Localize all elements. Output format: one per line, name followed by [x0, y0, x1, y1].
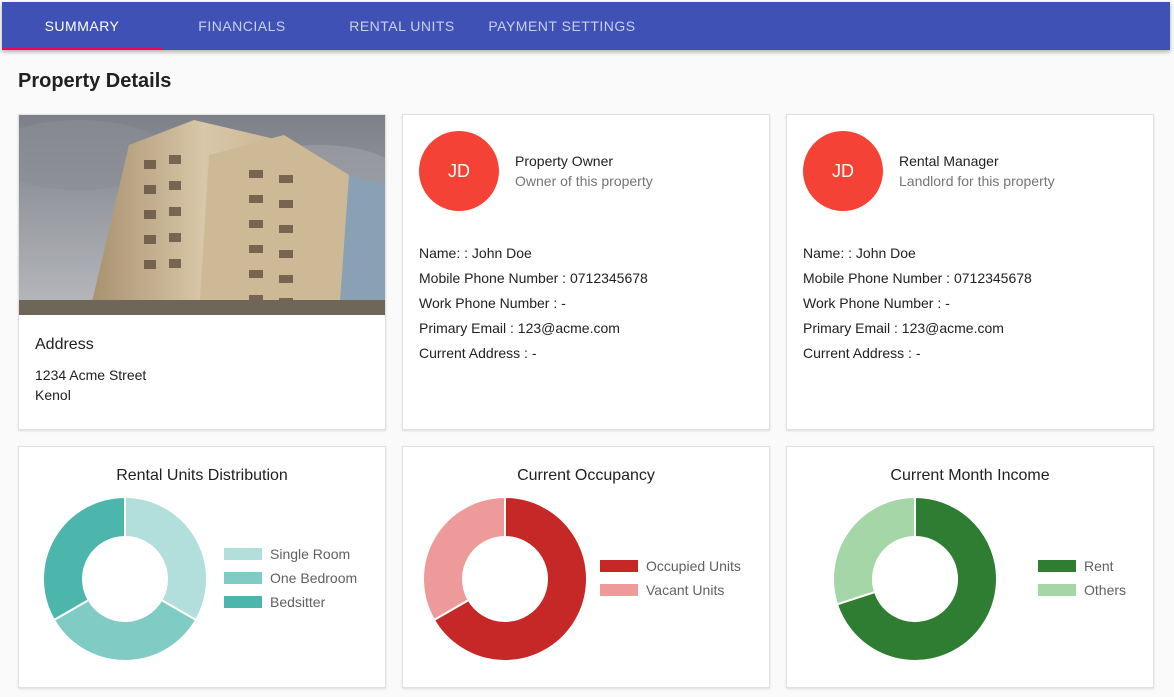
donut-slice	[52, 598, 198, 662]
owner-card: JD Property Owner Owner of this property…	[402, 114, 770, 430]
owner-role-subtitle: Owner of this property	[515, 173, 653, 189]
property-photo	[19, 115, 385, 315]
address-line-2: Kenol	[35, 387, 71, 403]
donut-slice	[42, 495, 126, 622]
app-bar: SUMMARY FINANCIALS RENTAL UNITS PAYMENT …	[2, 2, 1170, 50]
page-title: Property Details	[18, 70, 172, 92]
owner-name: Name: : John Doe	[419, 245, 532, 261]
rental-units-donut-chart: Single Room One Bedroom Bedsitter	[42, 495, 357, 662]
tab-rental-units[interactable]: RENTAL UNITS	[322, 2, 482, 50]
legend-label[interactable]: Bedsitter	[270, 594, 326, 610]
legend-label[interactable]: Others	[1084, 582, 1126, 598]
manager-role-title: Rental Manager	[899, 153, 999, 169]
property-card: Address 1234 Acme Street Kenol	[18, 114, 386, 430]
manager-role-subtitle: Landlord for this property	[899, 173, 1055, 189]
address-title: Address	[35, 336, 94, 353]
income-donut-chart: Rent Others	[832, 495, 1126, 662]
legend-label[interactable]: Vacant Units	[646, 582, 724, 598]
manager-mobile: Mobile Phone Number : 0712345678	[803, 270, 1032, 286]
active-tab-indicator	[2, 48, 162, 50]
donut-slice	[832, 495, 916, 606]
building-image	[19, 115, 385, 315]
owner-avatar: JD	[419, 131, 499, 211]
legend-swatch	[224, 572, 262, 584]
manager-email: Primary Email : 123@acme.com	[803, 320, 1004, 336]
legend-swatch	[600, 560, 638, 572]
legend-swatch	[224, 548, 262, 560]
legend-label[interactable]: Occupied Units	[646, 558, 741, 574]
tab-financials[interactable]: FINANCIALS	[162, 2, 322, 50]
donut-slice	[422, 495, 506, 622]
legend-swatch	[1038, 584, 1076, 596]
manager-name: Name: : John Doe	[803, 245, 916, 261]
legend-label[interactable]: Single Room	[270, 546, 350, 562]
manager-card: JD Rental Manager Landlord for this prop…	[786, 114, 1154, 430]
legend-swatch	[600, 584, 638, 596]
manager-work-phone: Work Phone Number : -	[803, 295, 950, 311]
income-chart-card: Current Month Income Rent Others	[786, 446, 1154, 688]
address-line-1: 1234 Acme Street	[35, 367, 147, 383]
manager-avatar: JD	[803, 131, 883, 211]
legend-label[interactable]: Rent	[1084, 558, 1114, 574]
owner-work-phone: Work Phone Number : -	[419, 295, 566, 311]
manager-address: Current Address : -	[803, 345, 921, 361]
legend-swatch	[1038, 560, 1076, 572]
occupancy-donut-chart: Occupied Units Vacant Units	[422, 495, 741, 662]
owner-address: Current Address : -	[419, 345, 537, 361]
occupancy-chart-card: Current Occupancy Occupied Units Vacant U…	[402, 446, 770, 688]
legend-label[interactable]: One Bedroom	[270, 570, 357, 586]
owner-mobile: Mobile Phone Number : 0712345678	[419, 270, 648, 286]
owner-role-title: Property Owner	[515, 153, 614, 169]
rental-units-chart-card: Rental Units Distribution Single Room One…	[18, 446, 386, 688]
tab-summary[interactable]: SUMMARY	[2, 2, 162, 50]
owner-email: Primary Email : 123@acme.com	[419, 320, 620, 336]
legend-swatch	[224, 596, 262, 608]
tab-payment-settings[interactable]: PAYMENT SETTINGS	[482, 2, 642, 50]
